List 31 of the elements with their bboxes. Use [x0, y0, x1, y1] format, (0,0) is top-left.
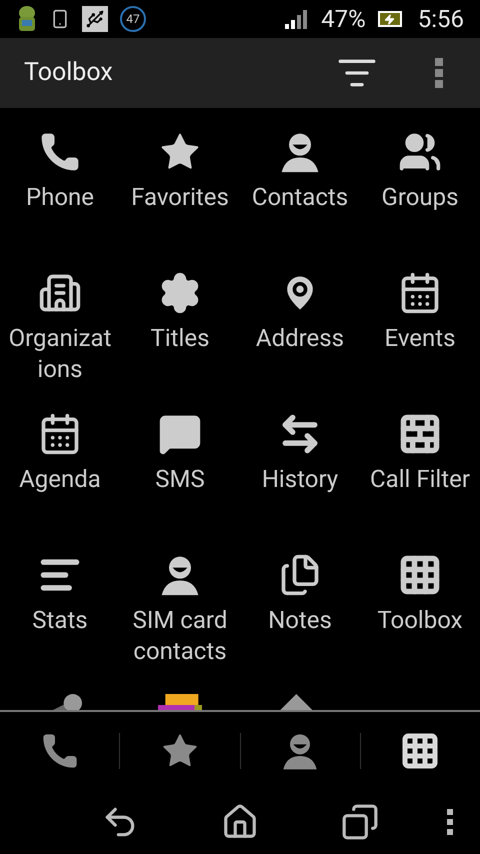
- tool-tile[interactable]: Titles: [120, 263, 240, 404]
- tool-tile[interactable]: Stats: [0, 545, 120, 686]
- signal-icon: [285, 9, 310, 29]
- tool-tile[interactable]: Events: [360, 263, 480, 404]
- tool-tile[interactable]: Phone: [0, 122, 120, 263]
- home-icon: [221, 803, 259, 841]
- grid-icon: [400, 731, 440, 771]
- badge-counter: 47: [120, 6, 146, 32]
- tool-tile[interactable]: Organizat ions: [0, 263, 120, 404]
- tool-tile[interactable]: Groups: [360, 122, 480, 263]
- tool-tile[interactable]: Address: [240, 263, 360, 404]
- tool-tile[interactable]: Notes: [240, 545, 360, 686]
- tool-tile[interactable]: Agenda: [0, 404, 120, 545]
- battery-icon: [378, 11, 402, 27]
- tool-tile[interactable]: SIM card contacts: [120, 545, 240, 686]
- more-icon: [435, 58, 443, 88]
- tool-tile[interactable]: Contacts: [240, 122, 360, 263]
- usb-icon: [82, 6, 108, 32]
- clock-time: 5:56: [418, 7, 464, 31]
- screen-title: Toolbox: [24, 57, 114, 90]
- android-icon: [16, 5, 38, 33]
- tool-tile[interactable]: SMS: [120, 404, 240, 545]
- tool-tile[interactable]: Toolbox: [360, 545, 480, 686]
- tool-tile[interactable]: Call Filter: [360, 404, 480, 545]
- menu-icon: [447, 809, 453, 835]
- tool-tile[interactable]: Favorites: [120, 122, 240, 263]
- tool-tile[interactable]: History: [240, 404, 360, 545]
- recent-apps-icon: [341, 803, 379, 841]
- grid-icon: [398, 553, 442, 597]
- brick-wall-icon: [398, 412, 442, 456]
- battery-percent: 47%: [321, 7, 366, 31]
